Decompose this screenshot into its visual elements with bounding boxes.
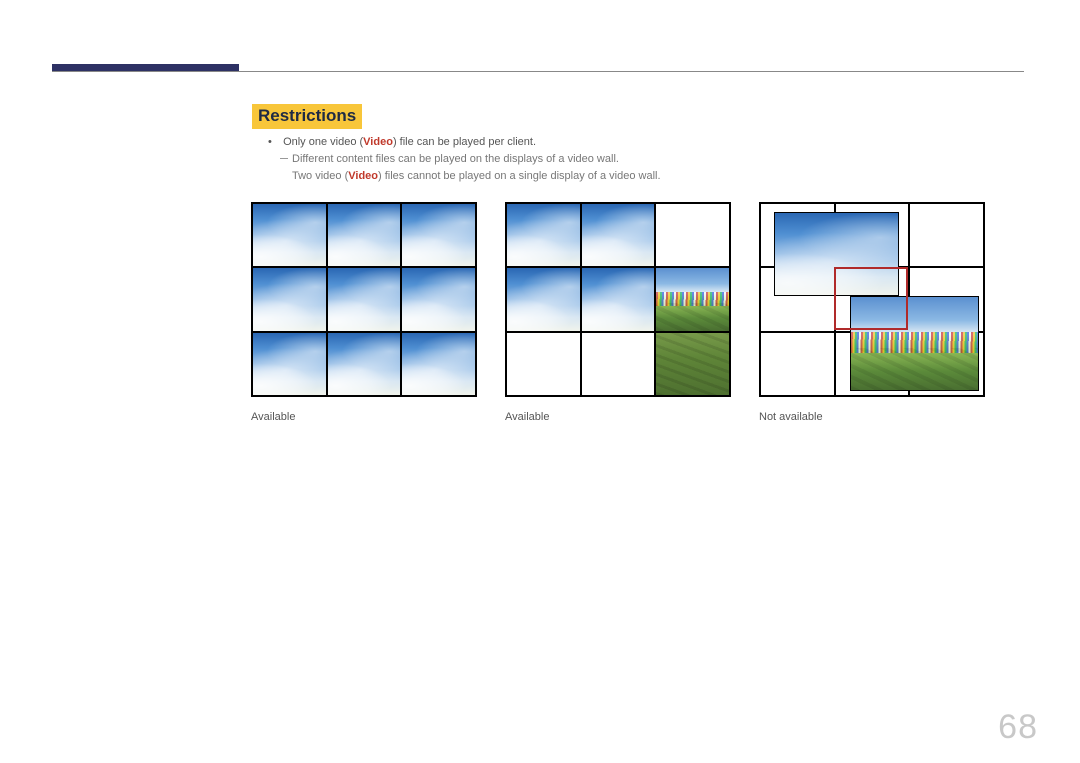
wall-cell — [582, 268, 655, 330]
wall-cell-empty — [910, 204, 983, 266]
figure-1: Available — [251, 202, 477, 423]
video-wall-1 — [251, 202, 477, 397]
bullet-text-post: ) file can be played per client. — [393, 136, 536, 148]
sub2-post: ) files cannot be played on a single dis… — [378, 170, 661, 182]
overlap-video-a — [774, 212, 898, 296]
header-rule — [52, 71, 1024, 72]
sub2-pre: Two video ( — [292, 170, 348, 182]
page-number: 68 — [998, 708, 1038, 747]
bullet-text-pre: Only one video ( — [283, 136, 363, 148]
wall-cell — [402, 333, 475, 395]
section-heading: Restrictions — [252, 104, 362, 129]
figure-3: Not available — [759, 202, 985, 423]
wall-cell-field — [656, 268, 729, 330]
figure-1-caption: Available — [251, 411, 477, 423]
video-wall-2 — [505, 202, 731, 397]
figure-2-caption: Available — [505, 411, 731, 423]
video-wall-3 — [759, 202, 985, 397]
wall-cell — [507, 268, 580, 330]
wall-cell — [328, 333, 401, 395]
figures-row: Available Available — [251, 202, 985, 423]
figure-3-caption: Not available — [759, 411, 985, 423]
bullet-main: • Only one video (Video) file can be pla… — [268, 134, 661, 151]
wall-cell — [402, 204, 475, 266]
wall-cell-empty — [507, 333, 580, 395]
wall-cell — [328, 204, 401, 266]
sub-bullet-2: Two video (Video) files cannot be played… — [292, 168, 661, 185]
wall-cell — [253, 268, 326, 330]
overlap-video-a-content — [775, 213, 897, 295]
wall-cell — [507, 204, 580, 266]
document-page: Restrictions • Only one video (Video) fi… — [0, 0, 1080, 763]
overlap-video-b-content — [851, 297, 978, 391]
figure-2: Available — [505, 202, 731, 423]
sub2-video-word: Video — [348, 170, 378, 182]
restrictions-text: • Only one video (Video) file can be pla… — [268, 134, 661, 185]
header-accent-bar — [52, 64, 239, 71]
bullet-dot-icon: • — [268, 134, 280, 151]
wall-cell-empty — [656, 204, 729, 266]
wall-cell — [253, 204, 326, 266]
wall-cell-empty — [761, 333, 834, 395]
wall-cell-empty — [582, 333, 655, 395]
wall-cell — [402, 268, 475, 330]
bullet-video-word: Video — [363, 136, 393, 148]
wall-cell — [253, 333, 326, 395]
wall-cell — [582, 204, 655, 266]
wall-cell — [328, 268, 401, 330]
sub-bullet-1: Different content files can be played on… — [292, 151, 661, 168]
wall-cell-field — [656, 333, 729, 395]
overlap-video-b — [850, 296, 979, 392]
